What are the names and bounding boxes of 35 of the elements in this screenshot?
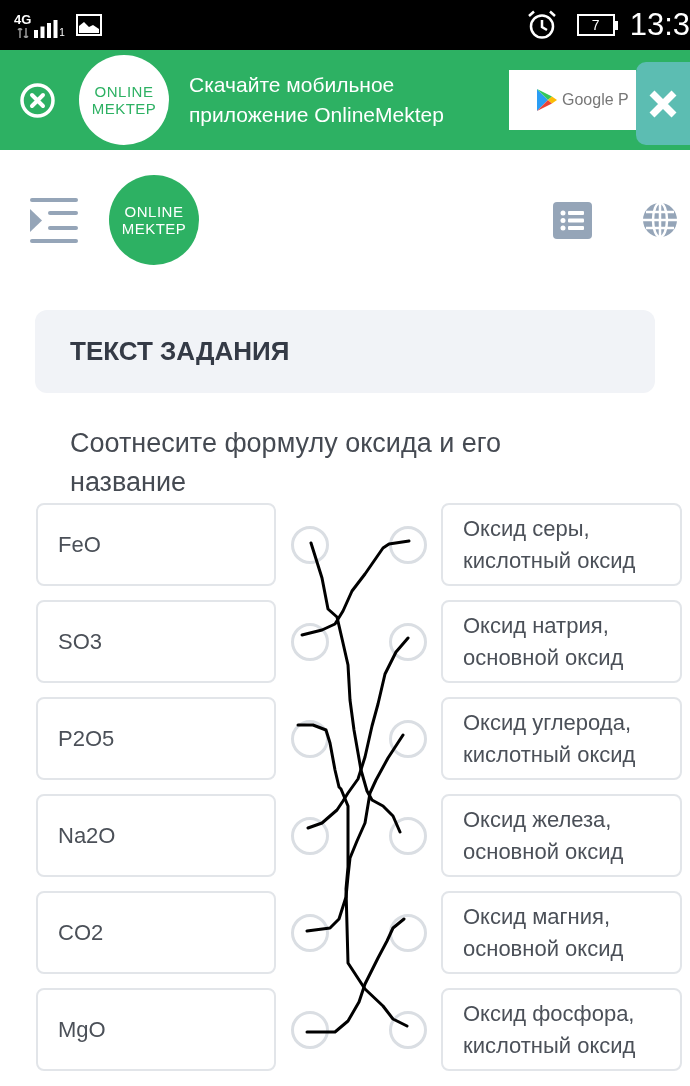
formula-option[interactable]: P2O5	[36, 697, 276, 780]
logo-text: ONLINE	[124, 203, 184, 220]
banner-message: Скачайте мобильное приложение OnlineMektep	[189, 72, 445, 128]
formula-option[interactable]: MgO	[36, 988, 276, 1071]
sim-slot-text: 1	[59, 28, 65, 38]
formula-option[interactable]: FeO	[36, 503, 276, 586]
image-icon	[75, 14, 102, 36]
globe-icon	[641, 201, 679, 239]
formula-option[interactable]: Na2O	[36, 794, 276, 877]
list-icon	[553, 201, 592, 239]
oxide-name-option[interactable]: Оксид углерода, кислотный оксид	[441, 697, 682, 780]
logo-text: MEKTEP	[91, 100, 157, 117]
formula-option[interactable]: SO3	[36, 600, 276, 683]
signal-strength-icon	[34, 20, 59, 38]
store-button[interactable]: Google P	[509, 70, 636, 130]
task-heading: ТЕКСТ ЗАДАНИЯ	[70, 335, 290, 368]
data-arrows-icon	[16, 27, 29, 38]
logo-text: ONLINE	[94, 83, 154, 100]
oxide-name-option[interactable]: Оксид натрия, основной оксид	[441, 600, 682, 683]
logo-text: MEKTEP	[121, 220, 187, 237]
clock-time: 13:3	[629, 8, 690, 42]
oxide-name-option[interactable]: Оксид серы, кислотный оксид	[441, 503, 682, 586]
formula-option[interactable]: CO2	[36, 891, 276, 974]
close-icon	[649, 89, 677, 118]
play-triangle-icon	[537, 89, 557, 111]
alarm-clock-icon	[526, 10, 557, 40]
battery-level-text: 7	[591, 18, 600, 32]
oxide-name-option[interactable]: Оксид фосфора, кислотный оксид	[441, 988, 682, 1071]
close-icon	[20, 82, 55, 118]
dismiss-banner-button[interactable]	[20, 82, 55, 118]
task-question: Соотнесите формулу оксида и его название	[70, 427, 503, 499]
menu-indent-icon	[30, 197, 78, 243]
oxide-name-option[interactable]: Оксид магния, основной оксид	[441, 891, 682, 974]
network-type-text: 4G	[14, 12, 32, 26]
oxide-name-option[interactable]: Оксид железа, основной оксид	[441, 794, 682, 877]
